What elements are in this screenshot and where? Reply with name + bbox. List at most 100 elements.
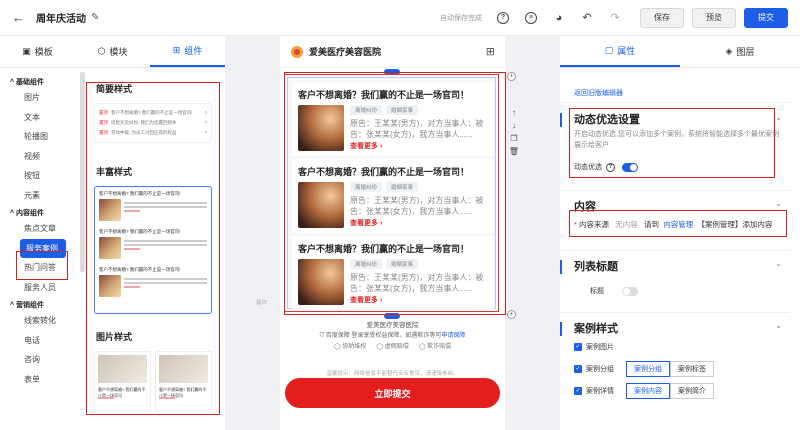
left-panel: ▣ 模板 ⬡ 模块 ⊞ 组件 ^ 基础组件 图片 文本 轮播图 视频 按钮 元素 ^ … [0,36,225,430]
component-categories: ^ 基础组件 图片 文本 轮播图 视频 按钮 元素 ^ 内容组件 焦点文章 服务… [0,68,80,430]
submit-now-button[interactable]: 立即提交 [285,378,500,408]
view-more-link[interactable]: 查看更多 › [350,141,494,151]
category-item[interactable]: 电话 [0,331,80,351]
apply-guarantee-link[interactable]: 申请保障 [441,333,465,339]
footer-option: ◯ 协助维权 [333,344,367,350]
category-item[interactable]: 线索转化 [0,311,80,331]
case-image [298,105,344,151]
preview-button[interactable]: 预览 [692,7,736,28]
chevron-down-icon[interactable]: ⌄ [775,259,782,268]
view-more-link[interactable]: 查看更多 › [350,295,494,305]
category-item[interactable]: 服务人员 [0,278,80,298]
segment-case-content[interactable]: 案例内容 [626,383,670,399]
chevron-down-icon[interactable]: ⌄ [775,199,782,208]
redo-icon[interactable]: ↷ [604,7,626,29]
copy-icon[interactable]: ❐ [510,134,517,143]
module-icon: ⬡ [97,46,106,56]
tab-components[interactable]: ⊞ 组件 [150,36,225,67]
segment-case-group[interactable]: 案例分组 [626,361,670,377]
list-title-toggle-row: 标题 [590,286,638,296]
tab-properties[interactable]: ▢ 属性 [560,36,680,67]
category-item[interactable]: 焦点文章 [0,219,80,239]
case-image-option[interactable]: ✓ 案例图片 [574,342,614,352]
help-icon[interactable]: ? [492,7,514,29]
service-case-component[interactable]: 客户不想离婚？我们赢的不止是一场官司！ 离婚纠纷 婚姻家事 原告：王某某(男方)，… [284,74,499,312]
category-group-basic[interactable]: ^ 基础组件 [0,74,80,88]
palette-icon[interactable]: ◕ [548,7,570,29]
chevron-down-icon[interactable]: ⌄ [775,113,782,122]
simple-row: 置顶 劳动仲裁, 为员工讨回应得的权益 › [99,130,207,136]
case-thumbnail [99,275,121,297]
grid-icon[interactable]: ⊞ [486,45,495,58]
help-icon: ? [606,162,615,172]
template-icon: ▣ [22,46,31,56]
add-above-icon[interactable]: + [507,72,516,81]
view-more-link[interactable]: 查看更多 › [350,218,494,228]
back-arrow-icon[interactable]: ← [12,10,32,25]
back-to-old-editor-link[interactable]: 返回旧版编辑器 [574,88,623,98]
list-title-switch[interactable] [622,286,638,296]
submit-button[interactable]: 提交 [744,7,788,28]
section-picture-style: 图片样式 [96,332,133,342]
undo-icon[interactable]: ↶ [576,7,598,29]
layers-icon: ◈ [725,46,733,56]
move-down-icon[interactable]: ↓ [512,121,516,130]
delete-icon[interactable]: 🗑 [509,147,519,156]
case-card[interactable]: 客户不想离婚？我们赢的不止是一场官司！ 离婚纠纷 婚姻家事 原告：王某某(男方)，… [292,159,494,233]
case-card[interactable]: 客户不想离婚？我们赢的不止是一场官司！ 离婚纠纷 婚姻家事 原告：王某某(男方)，… [292,236,494,310]
left-tabs: ▣ 模板 ⬡ 模块 ⊞ 组件 [0,36,225,68]
category-scrollbar[interactable] [80,72,85,272]
category-group-marketing[interactable]: ^ 营销组件 [0,297,80,311]
category-item[interactable]: 轮播图 [0,127,80,147]
case-detail-segment: 案例内容 案例简介 [626,383,714,399]
content-source-row: * 内容来源 无内容 请到 内容管理 【案例管理】添加内容 [574,220,773,229]
brand-logo-icon [291,45,303,58]
footer-option: ◯ 虚假赔偿 [376,344,409,350]
category-item[interactable]: 视频 [0,147,80,167]
section-simple-style: 简要样式 [96,84,133,94]
rich-style-preview[interactable]: 客户不想离婚? 我们赢的不止是一场官司! 客户不想离婚? 我们赢的不止是一场官司… [94,186,212,314]
case-tag: 婚姻家事 [386,105,419,115]
case-detail-option[interactable]: ✓ 案例详情 案例内容 案例简介 [574,383,714,399]
category-group-content[interactable]: ^ 内容组件 [0,205,80,219]
segment-case-tag[interactable]: 案例标签 [670,361,714,377]
segment-case-summary[interactable]: 案例简介 [670,383,714,399]
checkbox-checked-icon: ✓ [574,343,582,351]
edit-pencil-icon[interactable]: ✎ [91,12,99,23]
category-item[interactable]: 表单 [0,370,80,390]
case-tag: 婚姻家事 [386,259,419,269]
case-image [298,182,344,228]
simple-row: 置顶 房屋买卖纠纷, 我们为您赢回损失 › [99,120,207,126]
category-item[interactable]: 文本 [0,108,80,128]
simple-style-preview[interactable]: 置顶 客户不想离婚? 我们赢的不止是一场官司! › 置顶 房屋买卖纠纷, 我们为您赢回… [94,103,212,143]
section-title: 列表标题 [574,261,618,273]
tab-templates[interactable]: ▣ 模板 [0,36,75,67]
content-management-link[interactable]: 内容管理 [663,220,693,229]
case-card[interactable]: 客户不想离婚？我们赢的不止是一场官司！ 离婚纠纷 婚姻家事 原告：王某某(男方)，… [292,82,494,156]
case-tag: 离婚纠纷 [350,182,383,192]
save-button[interactable]: 保存 [640,7,684,28]
category-item[interactable]: 元素 [0,186,80,206]
spacing-label: 留白 [256,300,268,306]
list-icon[interactable]: ≡ [520,7,542,29]
category-item[interactable]: 图片 [0,88,80,108]
chevron-down-icon[interactable]: ⌄ [775,321,782,330]
picture-style-preview[interactable]: 客户不想离婚? 我们赢的不止是一场官司 客户不想离婚? 我们赢的不止是一场官司 [94,351,212,411]
dynamic-selection-switch[interactable] [622,162,638,172]
move-up-icon[interactable]: ↑ [512,108,516,117]
phone-header: 爱美医疗美容医院 ⊞ [280,36,505,68]
tab-modules[interactable]: ⬡ 模块 [75,36,150,67]
category-item-service-cases[interactable]: 服务案例 [20,238,66,258]
right-tabs: ▢ 属性 ◈ 图层 [560,36,800,68]
component-icon: ⊞ [172,45,181,55]
rich-item: 客户不想离婚? 我们赢的不止是一场官司! [99,191,207,229]
case-group-option[interactable]: ✓ 案例分组 案例分组 案例标签 [574,361,714,377]
right-panel: ▢ 属性 ◈ 图层 返回旧版编辑器 动态优选设置 ⌄ 开启动态优选,您可以添加多个案… [560,36,800,430]
add-below-icon[interactable]: + [507,310,516,319]
rich-item: 客户不想离婚? 我们赢的不止是一场官司! [99,267,207,305]
tab-layers[interactable]: ◈ 图层 [680,36,800,67]
category-item[interactable]: 咨询 [0,350,80,370]
category-item[interactable]: 按钮 [0,166,80,186]
case-description: 原告：王某某(男方)，对方当事人：被告：张某某(女方)，我方当事人...... [350,273,484,293]
category-item[interactable]: 热门问答 [0,258,80,278]
